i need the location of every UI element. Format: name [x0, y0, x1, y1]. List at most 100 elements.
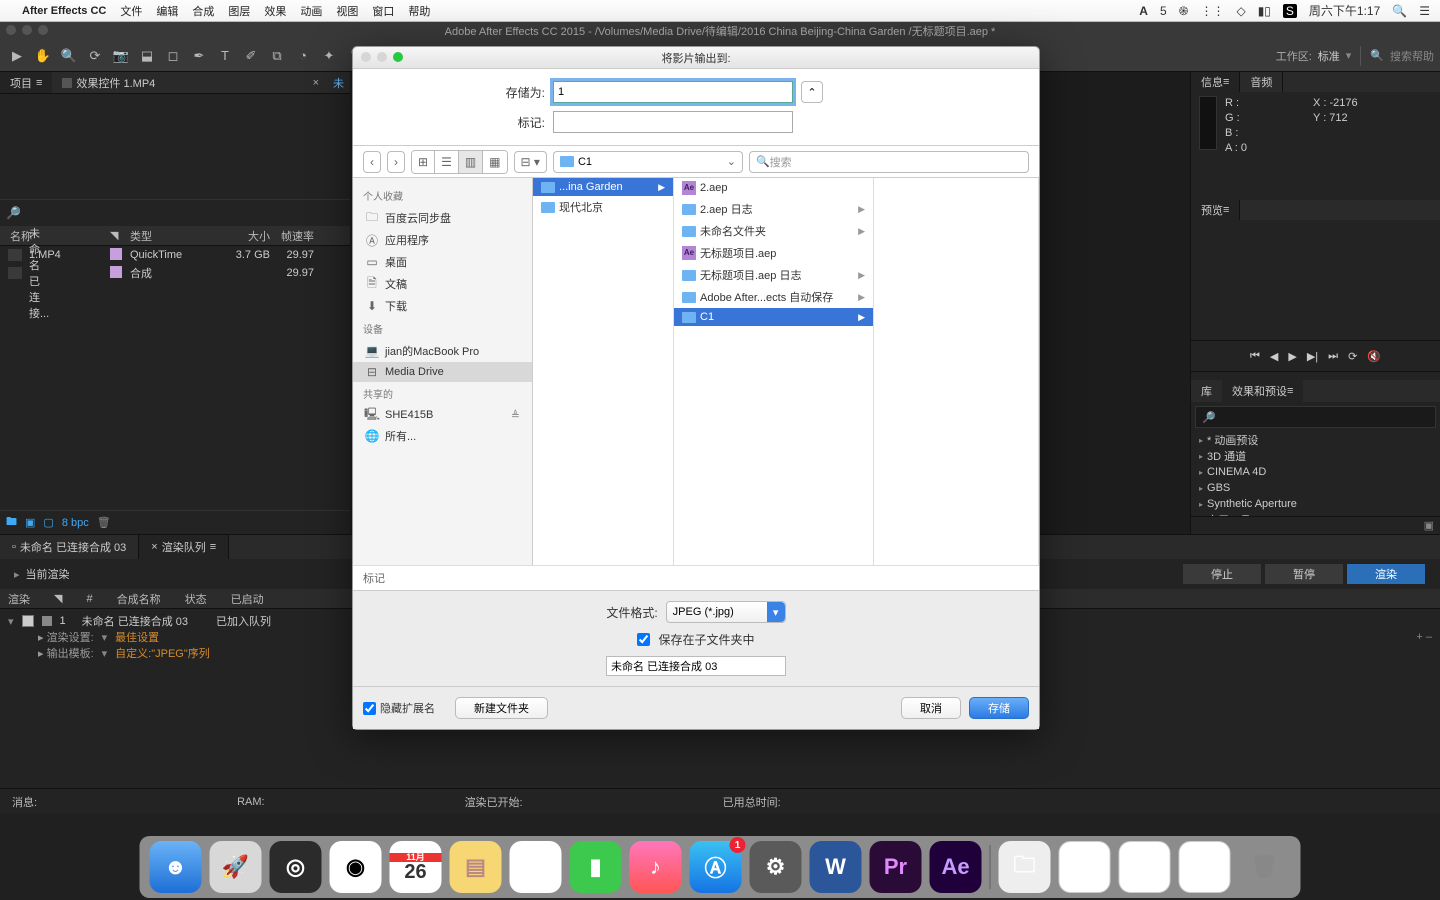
group-button[interactable]: ⊟ ▾ — [514, 151, 547, 173]
dialog-window-controls[interactable] — [361, 52, 403, 62]
hide-ext-checkbox[interactable] — [363, 702, 376, 715]
sidebar-item[interactable]: 💻jian的MacBook Pro — [353, 340, 532, 362]
location-dropdown[interactable]: C1 ⌄ — [553, 151, 743, 173]
battery-icon[interactable]: ▮▯ — [1258, 4, 1271, 18]
roto-tool-icon[interactable]: ✦ — [318, 45, 340, 67]
view-list-icon[interactable]: ☰ — [435, 151, 459, 173]
selection-tool-icon[interactable]: ▶ — [6, 45, 28, 67]
save-as-input[interactable] — [553, 81, 793, 103]
sidebar-item[interactable]: 🌐所有... — [353, 425, 532, 447]
view-columns-icon[interactable]: ▥ — [459, 151, 483, 173]
effect-category[interactable]: GBS — [1191, 480, 1440, 496]
effect-category[interactable]: * 动画预设 — [1191, 432, 1440, 448]
folder-item-selected[interactable]: C1▶ — [674, 308, 873, 326]
dock-window-icon[interactable]: ▭ — [1119, 841, 1171, 893]
ime-icon[interactable]: S — [1283, 4, 1297, 18]
app-name[interactable]: After Effects CC — [22, 5, 106, 17]
chrome-icon[interactable]: ◉ — [330, 841, 382, 893]
col-type[interactable]: 类型 — [130, 228, 210, 244]
sync-icon[interactable]: ֍ — [1179, 2, 1189, 19]
word-icon[interactable]: W — [810, 841, 862, 893]
tab-extra[interactable]: 未 — [327, 75, 350, 91]
play-icon[interactable]: ▶ — [1288, 350, 1296, 363]
sidebar-item[interactable]: ▭桌面 — [353, 251, 532, 273]
photos-icon[interactable]: ❀ — [510, 841, 562, 893]
finder-icon[interactable]: ☻ — [150, 841, 202, 893]
wifi-icon[interactable]: ◇ — [1236, 4, 1245, 18]
workspace-value[interactable]: 标准 — [1318, 48, 1340, 64]
folder-item[interactable]: ...ina Garden▶ — [533, 178, 673, 196]
project-search-input[interactable] — [25, 207, 344, 219]
new-folder-icon[interactable]: ▣ — [25, 516, 35, 529]
pan-behind-tool-icon[interactable]: ⬓ — [136, 45, 158, 67]
subfolder-checkbox[interactable] — [637, 633, 650, 646]
notes-icon[interactable]: ▤ — [450, 841, 502, 893]
render-settings-link[interactable]: 最佳设置 — [115, 629, 159, 645]
calendar-icon[interactable]: 11月26 — [390, 841, 442, 893]
format-select[interactable]: JPEG (*.jpg) — [666, 601, 786, 623]
sidebar-item[interactable]: Ⓐ应用程序 — [353, 229, 532, 251]
pause-button[interactable]: 暂停 — [1264, 563, 1344, 585]
premiere-icon[interactable]: Pr — [870, 841, 922, 893]
render-checkbox[interactable]: ✓ — [22, 615, 34, 627]
new-bin-icon[interactable]: ▣ — [1424, 519, 1434, 532]
notifications-icon[interactable]: ☰ — [1419, 4, 1430, 18]
loop-icon[interactable]: ⟳ — [1348, 350, 1357, 363]
stop-button[interactable]: 停止 — [1182, 563, 1262, 585]
facetime-icon[interactable]: ▮ — [570, 841, 622, 893]
menu-animation[interactable]: 动画 — [300, 3, 322, 19]
cancel-button[interactable]: 取消 — [901, 697, 961, 719]
sidebar-item[interactable]: 🗎文稿 — [353, 273, 532, 295]
aftereffects-icon[interactable]: Ae — [930, 841, 982, 893]
folder-item[interactable]: 无标题项目.aep 日志▶ — [674, 264, 873, 286]
new-comp-icon[interactable]: ▢ — [43, 516, 53, 529]
view-cover-icon[interactable]: ▦ — [483, 151, 506, 173]
output-module-link[interactable]: 自定义:"JPEG"序列 — [115, 645, 210, 661]
camera-tool-icon[interactable]: 📷 — [110, 45, 132, 67]
menu-window[interactable]: 窗口 — [372, 3, 394, 19]
tab-project[interactable]: 项目 ≡ — [0, 72, 52, 93]
col-started[interactable]: 已启动 — [231, 591, 264, 607]
clock[interactable]: 周六下午1:17 — [1309, 2, 1380, 19]
window-controls[interactable] — [6, 25, 48, 35]
tag-input[interactable] — [553, 111, 793, 133]
tab-render-queue[interactable]: × 渲染队列 ≡ — [139, 535, 229, 559]
menu-file[interactable]: 文件 — [120, 3, 142, 19]
expand-toggle[interactable]: ⌃ — [801, 81, 823, 103]
shape-tool-icon[interactable]: ◻ — [162, 45, 184, 67]
cc-status-icon[interactable]: A — [1139, 4, 1148, 18]
col-size[interactable]: 大小 — [210, 228, 270, 244]
tab-info[interactable]: 信息 ≡ — [1191, 72, 1240, 92]
hand-tool-icon[interactable]: ✋ — [32, 45, 54, 67]
menu-effect[interactable]: 效果 — [264, 3, 286, 19]
clone-tool-icon[interactable]: ⧉ — [266, 45, 288, 67]
col-label2[interactable]: ◥ — [54, 592, 62, 605]
effect-category[interactable]: Synthetic Aperture — [1191, 496, 1440, 512]
sidebar-item[interactable]: 🗀百度云同步盘 — [353, 207, 532, 229]
col-num[interactable]: # — [86, 593, 92, 605]
file-item[interactable]: Ae2.aep — [674, 178, 873, 198]
menu-help[interactable]: 帮助 — [408, 3, 430, 19]
tab-effect-controls[interactable]: 效果控件 1.MP4 — [52, 72, 165, 93]
tab-audio[interactable]: 音频 — [1240, 72, 1283, 92]
sidebar-item[interactable]: 🖳SHE415B≜ — [353, 405, 532, 425]
sidebar-item-selected[interactable]: ⊟Media Drive — [353, 362, 532, 382]
folder-item[interactable]: 未命名文件夹▶ — [674, 220, 873, 242]
view-icon-icon[interactable]: ⊞ — [412, 151, 435, 173]
col-render[interactable]: 渲染 — [8, 591, 30, 607]
project-search[interactable]: 🔎 — [0, 200, 350, 226]
folder-item[interactable]: 现代北京 — [533, 196, 673, 218]
render-button[interactable]: 渲染 — [1346, 563, 1426, 585]
tab-effects-presets[interactable]: 效果和预设 ≡ — [1222, 380, 1303, 402]
col-label[interactable]: ◥ — [110, 229, 130, 242]
tab-comp[interactable]: ▫ 未命名 已连接合成 03 — [0, 535, 139, 559]
folder-item[interactable]: Adobe After...ects 自动保存▶ — [674, 286, 873, 308]
folder-item[interactable]: 2.aep 日志▶ — [674, 198, 873, 220]
dock-window-icon[interactable]: ▭ — [1059, 841, 1111, 893]
prev-frame-icon[interactable]: ◀ — [1270, 350, 1278, 363]
menu-edit[interactable]: 编辑 — [156, 3, 178, 19]
settings-icon[interactable]: ⚙ — [750, 841, 802, 893]
project-row[interactable]: 未命名 已连接... 合成 29.97 — [0, 264, 350, 282]
back-button[interactable]: ‹ — [363, 151, 381, 173]
col-fps[interactable]: 帧速率 — [270, 228, 320, 244]
